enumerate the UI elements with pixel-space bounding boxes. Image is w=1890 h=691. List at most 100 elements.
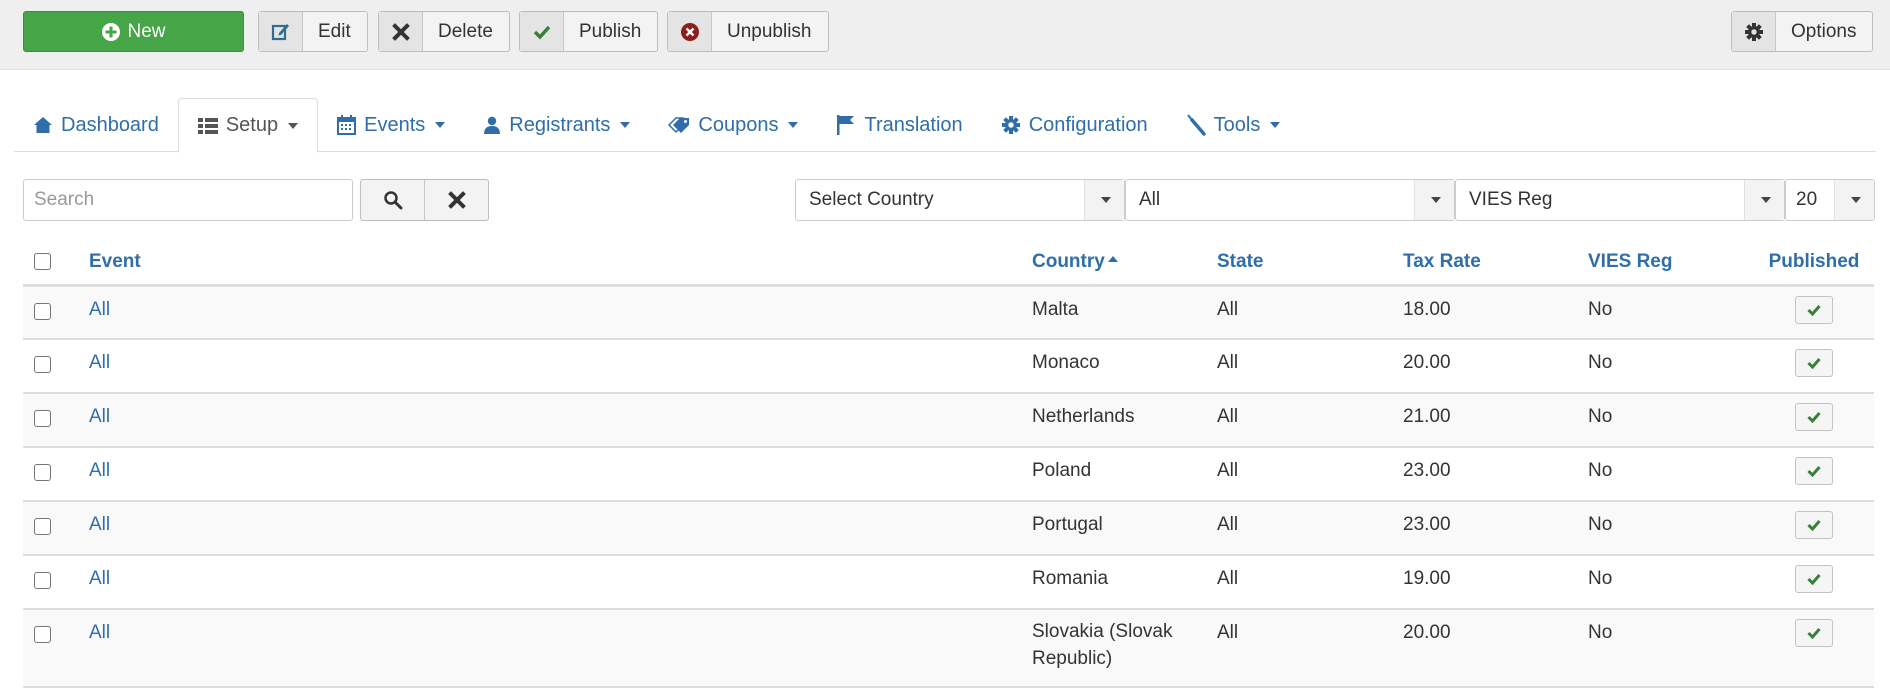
event-link[interactable]: All	[89, 568, 110, 589]
vies-reg-cell: No	[1588, 447, 1754, 502]
tab-label: Dashboard	[61, 113, 159, 136]
tab-coupons[interactable]: Coupons	[649, 98, 817, 152]
search-button[interactable]	[361, 180, 424, 220]
check-icon	[1807, 358, 1821, 369]
table-row: All Slovakia (Slovak Republic) All 20.00…	[23, 609, 1874, 688]
chevron-down-icon	[288, 122, 299, 129]
check-icon	[533, 25, 550, 40]
options-button[interactable]: Options	[1731, 11, 1874, 52]
tab-label: Coupons	[698, 113, 779, 136]
tab-dashboard[interactable]: Dashboard	[14, 98, 178, 152]
row-checkbox[interactable]	[34, 626, 51, 643]
cog-icon	[1001, 116, 1020, 134]
country-cell: Portugal	[1032, 514, 1103, 535]
toggle-published-button[interactable]	[1795, 619, 1833, 647]
chevron-down-icon	[1850, 197, 1861, 203]
tab-registrants[interactable]: Registrants	[464, 98, 649, 152]
table-row: All Romania All 19.00 No	[23, 555, 1874, 610]
country-cell: Malta	[1032, 298, 1079, 320]
list-limit-select[interactable]: 20	[1785, 179, 1875, 221]
tab-tools[interactable]: Tools	[1167, 98, 1300, 152]
country-select[interactable]: Select Country	[795, 179, 1125, 221]
event-link[interactable]: All	[89, 299, 110, 320]
state-cell: All	[1217, 501, 1403, 556]
unpublish-button[interactable]: Unpublish	[667, 11, 829, 52]
tab-setup[interactable]: Setup	[177, 98, 319, 153]
row-checkbox[interactable]	[34, 410, 51, 427]
chevron-down-icon	[1100, 197, 1111, 203]
select-all-checkbox[interactable]	[34, 253, 51, 271]
row-checkbox[interactable]	[34, 356, 51, 373]
event-link[interactable]: All	[89, 406, 110, 427]
vies-reg-cell: No	[1588, 501, 1754, 556]
toggle-published-button[interactable]	[1795, 349, 1833, 377]
x-icon	[391, 22, 410, 41]
tab-label: Registrants	[509, 113, 611, 136]
toggle-published-button[interactable]	[1795, 511, 1833, 539]
delete-button[interactable]: Delete	[378, 11, 510, 52]
x-icon	[447, 191, 466, 209]
tax-rules-table: Event Country State Tax Rate VIES Reg Pu…	[23, 240, 1874, 688]
country-cell: Slovakia (Slovak Republic)	[1032, 621, 1173, 669]
country-cell: Poland	[1032, 460, 1092, 481]
table-row: All Malta All 18.00 No	[23, 285, 1874, 340]
sort-event-header[interactable]: Event	[89, 251, 141, 272]
sort-vies-reg-header[interactable]: VIES Reg	[1588, 251, 1672, 272]
edit-icon	[271, 24, 289, 41]
check-icon	[1807, 412, 1821, 423]
toggle-published-button[interactable]	[1795, 295, 1833, 324]
gear-icon	[1744, 22, 1763, 41]
tags-icon	[668, 117, 690, 134]
edit-button[interactable]: Edit	[258, 11, 368, 52]
row-checkbox[interactable]	[34, 464, 51, 481]
search-input[interactable]	[23, 179, 353, 221]
tab-label: Tools	[1213, 113, 1261, 136]
tab-configuration[interactable]: Configuration	[982, 98, 1167, 152]
table-row: All Poland All 23.00 No	[23, 447, 1874, 502]
tax-rate-cell: 23.00	[1403, 447, 1588, 502]
country-select-value: Select Country	[809, 189, 934, 210]
table-row: All Netherlands All 21.00 No	[23, 393, 1874, 448]
new-button[interactable]: New	[23, 11, 244, 52]
event-link[interactable]: All	[89, 460, 110, 481]
filter-bar: Select Country All VIES Reg 20	[23, 179, 1875, 221]
check-icon	[1807, 304, 1821, 316]
row-checkbox[interactable]	[34, 572, 51, 589]
vies-reg-cell: No	[1588, 555, 1754, 610]
toggle-published-button[interactable]	[1795, 565, 1833, 593]
country-cell: Monaco	[1032, 352, 1100, 373]
sort-published-header[interactable]: Published	[1769, 251, 1860, 272]
chevron-down-icon	[1270, 122, 1281, 128]
chevron-down-icon	[620, 122, 631, 128]
tab-translation[interactable]: Translation	[817, 98, 981, 152]
clear-search-button[interactable]	[424, 180, 488, 220]
sort-country-header[interactable]: Country	[1032, 251, 1105, 272]
row-checkbox[interactable]	[34, 302, 51, 320]
toggle-published-button[interactable]	[1795, 403, 1833, 431]
list-limit-value: 20	[1796, 189, 1818, 210]
tax-rate-cell: 18.00	[1403, 285, 1588, 340]
vies-reg-cell: No	[1588, 609, 1754, 688]
home-icon	[34, 117, 52, 133]
event-link[interactable]: All	[89, 514, 110, 535]
vies-reg-select[interactable]: VIES Reg	[1455, 179, 1785, 221]
vies-reg-select-value: VIES Reg	[1469, 189, 1553, 210]
publish-button-label: Publish	[579, 20, 642, 42]
options-button-label: Options	[1791, 20, 1857, 42]
search-buttons	[360, 179, 489, 221]
sort-state-header[interactable]: State	[1217, 251, 1263, 272]
tax-rate-cell: 23.00	[1403, 501, 1588, 556]
tax-rate-cell: 21.00	[1403, 393, 1588, 448]
event-link[interactable]: All	[89, 622, 110, 643]
publish-button[interactable]: Publish	[519, 11, 659, 52]
toggle-published-button[interactable]	[1795, 457, 1833, 485]
tab-events[interactable]: Events	[318, 98, 464, 152]
sort-tax-rate-header[interactable]: Tax Rate	[1403, 251, 1481, 272]
delete-button-label: Delete	[438, 20, 493, 42]
list-icon	[197, 117, 218, 134]
event-link[interactable]: All	[89, 352, 110, 373]
row-checkbox[interactable]	[34, 518, 51, 535]
state-select[interactable]: All	[1125, 179, 1455, 221]
tab-label: Setup	[225, 114, 279, 136]
wrench-icon	[1186, 114, 1206, 136]
